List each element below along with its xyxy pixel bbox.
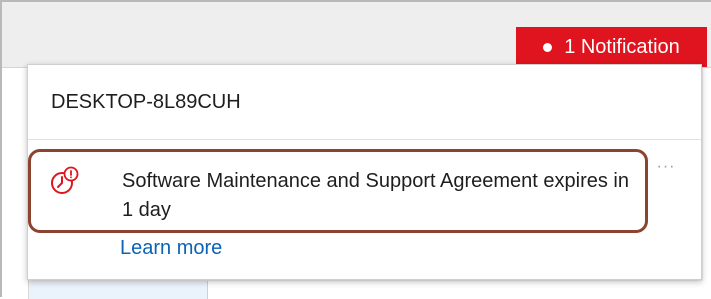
popup-header: DESKTOP-8L89CUH [28, 65, 701, 140]
notification-dot-icon [543, 42, 553, 52]
background-content [207, 281, 703, 299]
background-left-panel [2, 68, 29, 299]
background-right-panel [703, 68, 711, 299]
device-name: DESKTOP-8L89CUH [51, 91, 241, 113]
clock-alert-icon [51, 166, 79, 194]
notification-button[interactable]: 1 Notification [516, 27, 707, 67]
notification-popup: DESKTOP-8L89CUH Software Maintenance and… [27, 64, 702, 280]
more-options-button[interactable]: ··· [655, 159, 677, 175]
top-bar: 1 Notification [2, 2, 711, 68]
notification-button-label: 1 Notification [564, 35, 680, 58]
notification-item[interactable]: Software Maintenance and Support Agreeme… [28, 149, 648, 233]
notification-message: Software Maintenance and Support Agreeme… [122, 170, 629, 221]
learn-more-link[interactable]: Learn more [120, 237, 222, 260]
background-selected-row [29, 281, 207, 299]
